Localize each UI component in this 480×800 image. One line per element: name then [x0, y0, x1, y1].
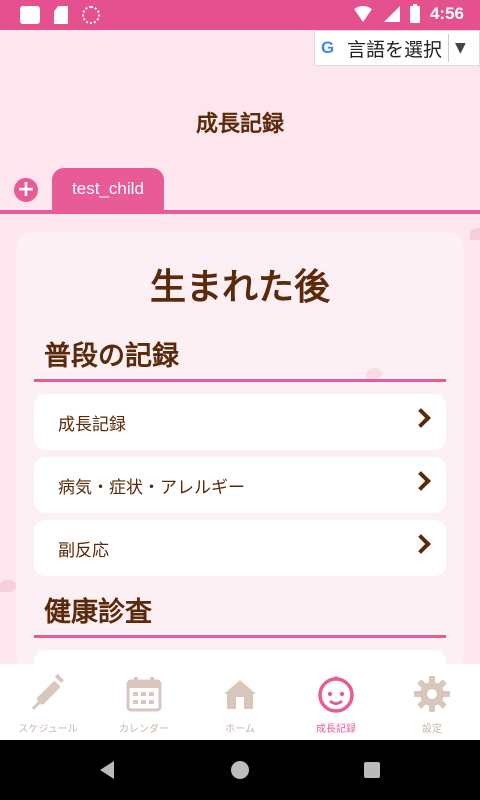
sync-icon	[82, 6, 100, 24]
nav-schedule[interactable]: スケジュール	[0, 664, 96, 740]
section-divider	[34, 635, 446, 638]
section-divider	[34, 379, 446, 382]
syringe-icon	[31, 674, 64, 710]
signal-icon	[383, 6, 400, 22]
tab-underline	[0, 210, 480, 214]
back-icon[interactable]	[100, 761, 114, 779]
notification-icon	[20, 6, 40, 24]
nav-calendar[interactable]: カレンダー	[96, 664, 192, 740]
petal-decoration	[0, 580, 16, 592]
list-item-label: 副反応	[58, 540, 109, 561]
card-title: 生まれた後	[149, 267, 330, 308]
bottom-nav: スケジュール カレンダー ホーム 成長記録 設定	[0, 664, 480, 740]
nav-label: カレンダー	[119, 724, 169, 735]
list-item-illness[interactable]: 病気・症状・アレルギー	[34, 457, 446, 513]
nav-label: ホーム	[225, 724, 255, 735]
gear-icon	[414, 676, 450, 712]
list-item-label: 成長記録	[58, 414, 126, 435]
nav-label: 設定	[422, 724, 442, 735]
add-child-button[interactable]: +	[14, 178, 38, 202]
chevron-right-icon	[411, 408, 431, 428]
baby-face-icon	[318, 676, 354, 713]
chevron-right-icon	[411, 471, 431, 491]
list-item-partial[interactable]	[34, 650, 446, 664]
google-icon: G	[321, 38, 335, 57]
list-item-side-effects[interactable]: 副反応	[34, 520, 446, 576]
chevron-right-icon	[411, 534, 431, 554]
wifi-icon	[351, 6, 374, 22]
status-time: 4:56	[429, 4, 464, 23]
petal-decoration	[470, 228, 480, 240]
sd-card-icon	[54, 6, 68, 24]
recent-apps-icon[interactable]	[364, 762, 380, 778]
nav-label: スケジュール	[18, 724, 78, 735]
language-select-label: 言語を選択	[347, 38, 443, 61]
divider	[448, 34, 450, 62]
list-item-label: 病気・症状・アレルギー	[58, 477, 245, 498]
battery-icon	[409, 3, 420, 23]
home-circle-icon[interactable]	[231, 761, 249, 779]
calendar-icon	[126, 677, 162, 712]
language-select[interactable]: G 言語を選択 ▼	[314, 30, 480, 66]
home-icon	[224, 680, 256, 709]
section-title-health-checkup: 健康診査	[44, 597, 152, 628]
list-item-growth-record[interactable]: 成長記録	[34, 394, 446, 450]
section-title-daily: 普段の記録	[44, 341, 179, 372]
nav-home[interactable]: ホーム	[192, 664, 288, 740]
nav-growth-record[interactable]: 成長記録	[288, 664, 384, 740]
status-bar: 4:56	[0, 0, 480, 30]
dropdown-arrow-icon: ▼	[455, 40, 466, 56]
system-nav-bar	[0, 740, 480, 800]
nav-settings[interactable]: 設定	[384, 664, 480, 740]
tab-child[interactable]: test_child	[52, 168, 164, 210]
page-title: 成長記録	[195, 112, 284, 137]
nav-label: 成長記録	[316, 724, 356, 735]
